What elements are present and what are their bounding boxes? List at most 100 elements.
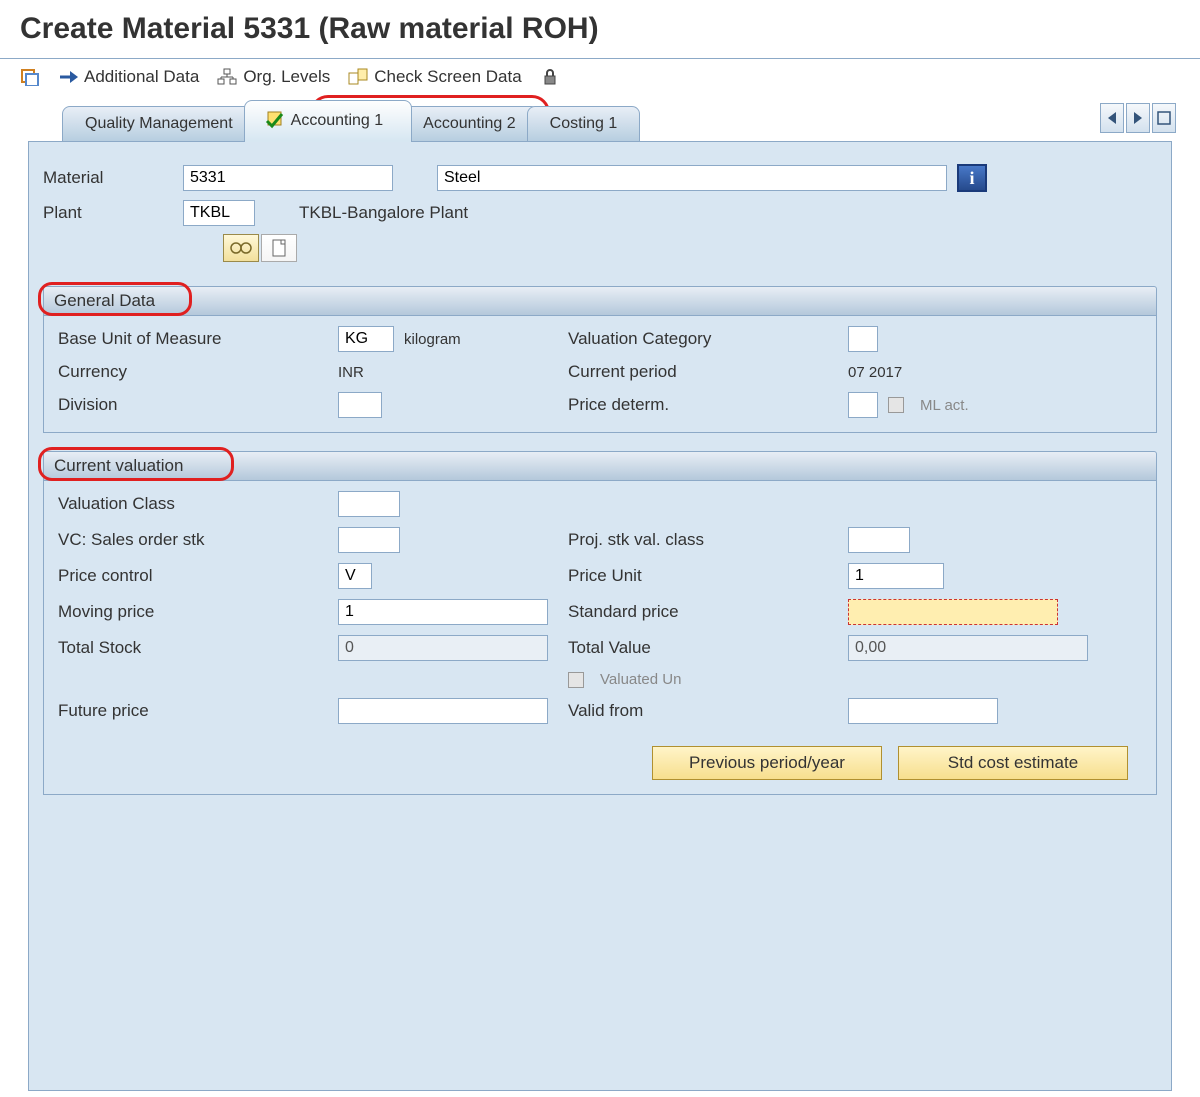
base-uom-input[interactable] — [338, 326, 394, 352]
lock-button[interactable] — [540, 68, 560, 86]
tab-accounting-2[interactable]: Accounting 2 — [400, 106, 539, 141]
tab-label: Accounting 2 — [423, 115, 516, 133]
moving-price-input[interactable] — [338, 599, 548, 625]
tab-nav — [1100, 103, 1176, 133]
tab-label: Quality Management — [85, 115, 233, 133]
tab-active-icon — [263, 111, 285, 131]
goto-icon — [20, 68, 40, 86]
material-label: Material — [43, 168, 183, 188]
additional-data-button[interactable]: Additional Data — [58, 67, 199, 87]
content-panel: Material i Plant TKBL-Bangalore Plant — [28, 141, 1172, 1091]
toolbar-label: Org. Levels — [243, 67, 330, 87]
valid-from-input[interactable] — [848, 698, 998, 724]
chevron-left-icon — [1108, 112, 1116, 124]
division-label: Division — [58, 395, 338, 415]
base-uom-label: Base Unit of Measure — [58, 329, 338, 349]
vc-sales-input[interactable] — [338, 527, 400, 553]
toolbar-unknown-btn[interactable] — [20, 68, 40, 86]
tab-label: Accounting 1 — [291, 112, 384, 130]
price-control-label: Price control — [58, 566, 338, 586]
chevron-right-icon — [1134, 112, 1142, 124]
price-determ-input[interactable] — [848, 392, 878, 418]
current-period-label: Current period — [568, 362, 848, 382]
general-grid: Base Unit of Measure kilogram Valuation … — [58, 326, 1142, 418]
general-data-header: General Data — [43, 286, 1157, 316]
glasses-icon — [230, 241, 252, 255]
current-valuation-group: Current valuation Valuation Class VC: Sa… — [43, 451, 1157, 795]
info-icon: i — [969, 168, 974, 189]
current-period-value: 07 2017 — [848, 364, 1088, 381]
hierarchy-icon — [217, 68, 237, 86]
tab-quality-management[interactable]: Quality Management — [62, 106, 256, 141]
tab-strip: Quality Management Accounting 1 Accounti… — [14, 101, 1186, 141]
plant-desc: TKBL-Bangalore Plant — [299, 203, 468, 223]
future-price-input[interactable] — [338, 698, 548, 724]
arrow-right-icon — [58, 68, 78, 86]
valuation-cat-label: Valuation Category — [568, 329, 848, 349]
new-button[interactable] — [261, 234, 297, 262]
currency-value: INR — [338, 364, 568, 381]
val-class-input[interactable] — [338, 491, 400, 517]
valuation-grid: Valuation Class VC: Sales order stk Proj… — [58, 491, 1142, 724]
general-data-group: General Data Base Unit of Measure kilogr… — [43, 286, 1157, 433]
val-class-label: Valuation Class — [58, 494, 338, 514]
general-data-body: Base Unit of Measure kilogram Valuation … — [43, 316, 1157, 433]
tab-next-button[interactable] — [1126, 103, 1150, 133]
tab-list-button[interactable] — [1152, 103, 1176, 133]
material-desc-input[interactable] — [437, 165, 947, 191]
plant-input[interactable] — [183, 200, 255, 226]
total-value-input — [848, 635, 1088, 661]
tab-accounting-1[interactable]: Accounting 1 — [244, 100, 413, 141]
price-determ-label: Price determ. — [568, 395, 848, 415]
title-bar: Create Material 5331 (Raw material ROH) — [0, 0, 1200, 59]
mini-toolbar — [223, 234, 1157, 262]
ml-act-checkbox — [888, 397, 904, 413]
page-icon — [271, 239, 287, 257]
valuated-un-checkbox — [568, 672, 584, 688]
valuation-cat-input[interactable] — [848, 326, 878, 352]
valid-from-label: Valid from — [568, 701, 848, 721]
price-unit-input[interactable] — [848, 563, 944, 589]
std-price-label: Standard price — [568, 602, 848, 622]
proj-stk-input[interactable] — [848, 527, 910, 553]
tab-prev-button[interactable] — [1100, 103, 1124, 133]
vc-sales-label: VC: Sales order stk — [58, 530, 338, 550]
tab-costing-1[interactable]: Costing 1 — [527, 106, 641, 141]
total-stock-input — [338, 635, 548, 661]
valuation-actions: Previous period/year Std cost estimate — [58, 746, 1142, 780]
current-valuation-body: Valuation Class VC: Sales order stk Proj… — [43, 481, 1157, 795]
org-levels-button[interactable]: Org. Levels — [217, 67, 330, 87]
std-price-input[interactable] — [848, 599, 1058, 625]
total-stock-label: Total Stock — [58, 638, 338, 658]
page-title: Create Material 5331 (Raw material ROH) — [20, 12, 1180, 46]
group-title: Current valuation — [54, 456, 183, 475]
tab-area: Quality Management Accounting 1 Accounti… — [0, 101, 1200, 1091]
tab-list-icon — [1157, 111, 1171, 125]
prev-period-button[interactable]: Previous period/year — [652, 746, 882, 780]
info-button[interactable]: i — [957, 164, 987, 192]
toolbar-label: Additional Data — [84, 67, 199, 87]
price-unit-label: Price Unit — [568, 566, 848, 586]
current-valuation-header: Current valuation — [43, 451, 1157, 481]
display-button[interactable] — [223, 234, 259, 262]
std-cost-estimate-button[interactable]: Std cost estimate — [898, 746, 1128, 780]
check-screen-icon — [348, 68, 368, 86]
group-title: General Data — [54, 291, 155, 310]
valuated-un-label: Valuated Un — [600, 671, 681, 688]
plant-row: Plant TKBL-Bangalore Plant — [43, 200, 1157, 226]
total-value-label: Total Value — [568, 638, 848, 658]
sap-window: Create Material 5331 (Raw material ROH) … — [0, 0, 1200, 1097]
material-input[interactable] — [183, 165, 393, 191]
price-control-input[interactable] — [338, 563, 372, 589]
future-price-label: Future price — [58, 701, 338, 721]
plant-label: Plant — [43, 203, 183, 223]
division-input[interactable] — [338, 392, 382, 418]
base-uom-text: kilogram — [404, 331, 461, 348]
check-screen-button[interactable]: Check Screen Data — [348, 67, 521, 87]
material-row: Material i — [43, 164, 1157, 192]
currency-label: Currency — [58, 362, 338, 382]
app-toolbar: Additional Data Org. Levels Check Screen… — [0, 59, 1200, 101]
tab-label: Costing 1 — [550, 115, 618, 133]
ml-act-label: ML act. — [920, 397, 969, 414]
toolbar-label: Check Screen Data — [374, 67, 521, 87]
